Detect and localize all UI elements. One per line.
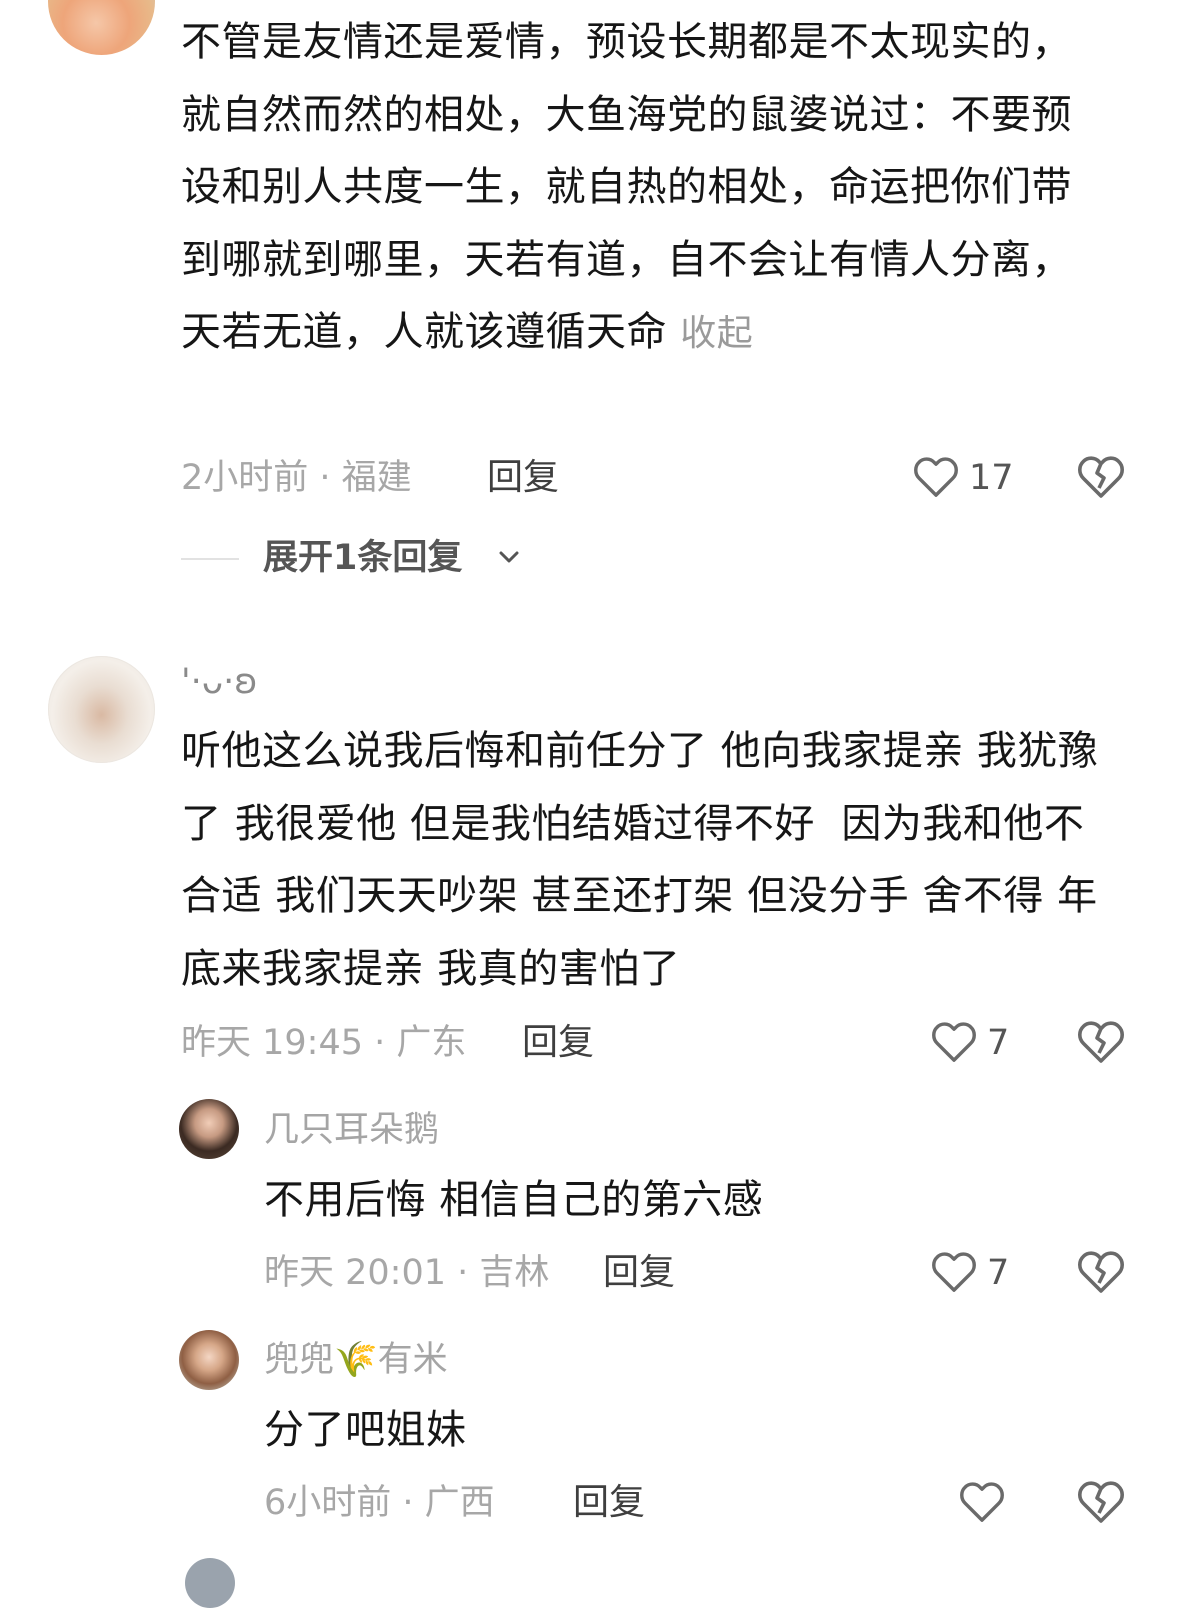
reply-text: 不用后悔 相信自己的第六感 [264,1177,764,1223]
heart-outline-icon[interactable] [913,456,959,498]
reply-text: 分了吧姐妹 [264,1407,467,1453]
avatar[interactable] [179,1330,239,1390]
divider [181,558,239,560]
heart-outline-icon[interactable] [959,1481,1005,1523]
chevron-down-icon[interactable] [496,546,522,568]
like-count: 17 [969,458,1014,498]
comment-text: 不管是友情还是爱情，预设长期都是不太现实的，就自然而然的相处，大鱼海党的鼠婆说过… [181,19,1072,355]
reply-meta: 6小时前 · 广西 [264,1483,495,1523]
avatar[interactable] [179,1099,239,1159]
like-count: 7 [987,1253,1010,1293]
broken-heart-icon[interactable] [1077,1250,1125,1294]
avatar[interactable] [48,0,155,55]
like-count: 7 [987,1023,1010,1063]
reply-button[interactable]: 回复 [603,1253,675,1293]
heart-outline-icon[interactable] [931,1021,977,1063]
reply-button[interactable]: 回复 [522,1023,594,1063]
collapse-link[interactable]: 收起 [680,313,753,354]
expand-replies-button[interactable]: 展开1条回复 [263,537,462,579]
avatar[interactable] [48,656,155,763]
username[interactable]: 几只耳朵鹅 [264,1110,439,1150]
broken-heart-icon[interactable] [1077,455,1125,499]
avatar[interactable] [185,1558,235,1608]
reply-button[interactable]: 回复 [487,458,559,498]
heart-outline-icon[interactable] [931,1251,977,1293]
broken-heart-icon[interactable] [1077,1020,1125,1064]
broken-heart-icon[interactable] [1077,1480,1125,1524]
username[interactable]: 兜兜🌾有米 [264,1340,448,1380]
comment-meta: 昨天 19:45 · 广东 [181,1023,467,1063]
comment-meta: 2小时前 · 福建 [181,458,412,498]
comment-text: 听他这么说我后悔和前任分了 他向我家提亲 我犹豫了 我很爱他 但是我怕结婚过得不… [181,728,1099,992]
reply-button[interactable]: 回复 [573,1483,645,1523]
username[interactable]: '·ᴗ·ʚ [181,662,258,702]
reply-meta: 昨天 20:01 · 吉林 [264,1253,550,1293]
